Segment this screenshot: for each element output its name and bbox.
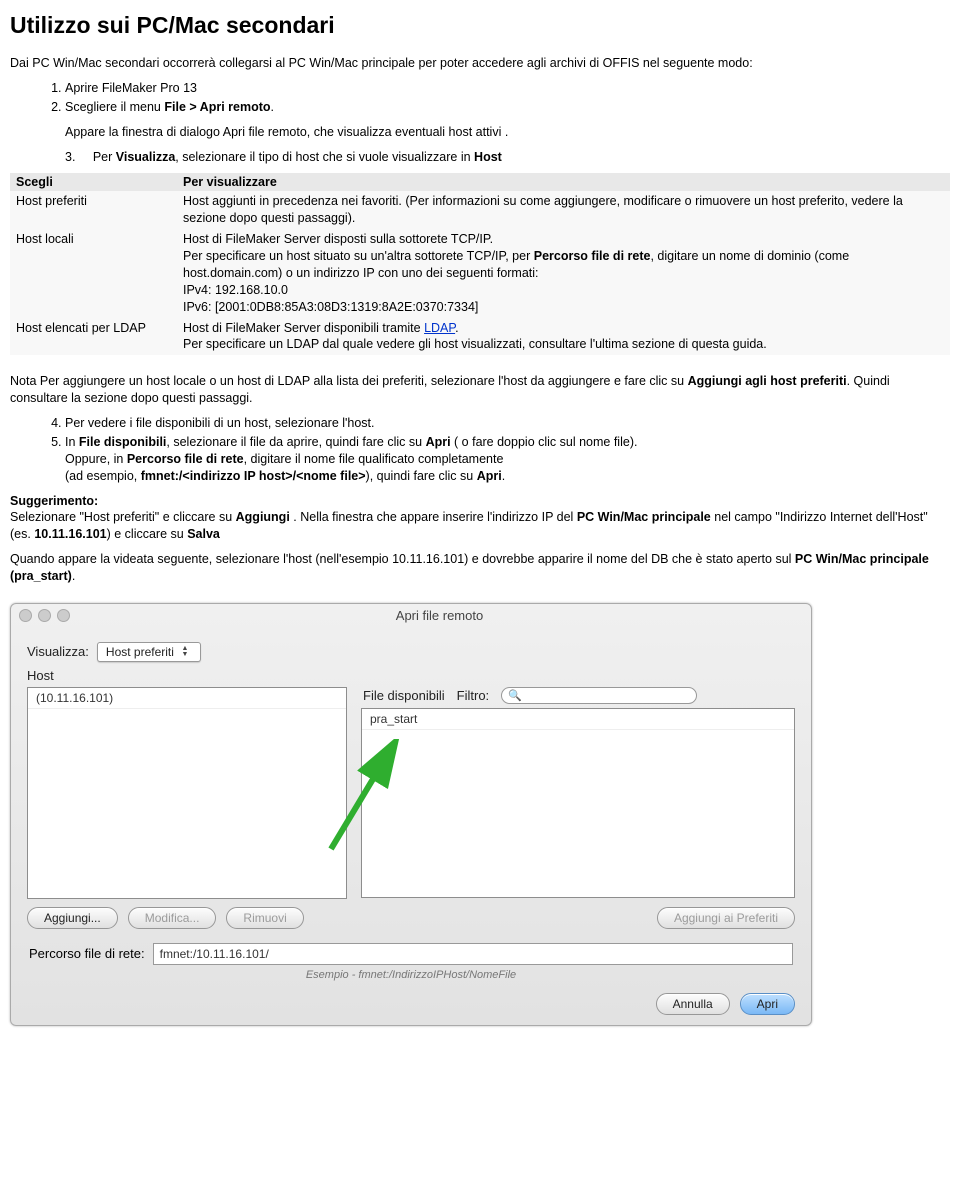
visualizza-select[interactable]: Host preferiti ▲▼ xyxy=(97,642,201,662)
file-item[interactable]: pra_start xyxy=(362,709,794,730)
close-icon[interactable] xyxy=(19,609,32,622)
step2-note: Appare la finestra di dialogo Apri file … xyxy=(65,124,950,141)
intro-paragraph: Dai PC Win/Mac secondari occorrerà colle… xyxy=(10,55,950,72)
search-icon: 🔍 xyxy=(508,689,522,702)
visualizza-label: Visualizza: xyxy=(27,644,89,659)
file-disponibili-label: File disponibili xyxy=(363,688,445,703)
zoom-icon xyxy=(57,609,70,622)
table-header-scegli: Scegli xyxy=(10,173,177,191)
open-remote-dialog: Apri file remoto Visualizza: Host prefer… xyxy=(10,603,812,1026)
path-label: Percorso file di rete: xyxy=(29,946,145,961)
table-row: Host elencati per LDAP Host di FileMaker… xyxy=(10,318,950,356)
step-5: In File disponibili, selezionare il file… xyxy=(65,434,950,485)
stepper-icon: ▲▼ xyxy=(178,646,192,658)
file-listbox[interactable]: pra_start xyxy=(361,708,795,898)
minimize-icon xyxy=(38,609,51,622)
host-label: Host xyxy=(27,668,54,683)
table-header-visualizzare: Per visualizzare xyxy=(177,173,950,191)
step-3: 3. Per Visualizza, selezionare il tipo d… xyxy=(65,149,950,166)
open-button[interactable]: Apri xyxy=(740,993,795,1015)
page-title: Utilizzo sui PC/Mac secondari xyxy=(10,12,950,39)
add-button[interactable]: Aggiungi... xyxy=(27,907,118,929)
filtro-label: Filtro: xyxy=(457,688,490,703)
host-listbox[interactable]: (10.11.16.101) xyxy=(27,687,347,899)
filter-input[interactable]: 🔍 xyxy=(501,687,697,704)
step-1: Aprire FileMaker Pro 13 xyxy=(65,80,950,97)
table-row: Host preferiti Host aggiunti in preceden… xyxy=(10,191,950,229)
note-paragraph: Nota Per aggiungere un host locale o un … xyxy=(10,373,950,407)
host-item[interactable]: (10.11.16.101) xyxy=(28,688,346,709)
path-input[interactable]: fmnet:/10.11.16.101/ xyxy=(153,943,793,965)
remove-button[interactable]: Rimuovi xyxy=(226,907,303,929)
suggestion-block: Suggerimento: Selezionare "Host preferit… xyxy=(10,493,950,544)
host-reference-table: Scegli Per visualizzare Host preferiti H… xyxy=(10,173,950,355)
table-row: Host locali Host di FileMaker Server dis… xyxy=(10,229,950,317)
ldap-link[interactable]: LDAP xyxy=(424,321,455,335)
step-4: Per vedere i file disponibili di un host… xyxy=(65,415,950,432)
dialog-title: Apri file remoto xyxy=(76,608,803,623)
path-hint: Esempio - fmnet:/IndirizzoIPHost/NomeFil… xyxy=(27,969,795,981)
after-paragraph: Quando appare la videata seguente, selez… xyxy=(10,551,950,585)
modify-button[interactable]: Modifica... xyxy=(128,907,217,929)
cancel-button[interactable]: Annulla xyxy=(656,993,730,1015)
add-favorites-button[interactable]: Aggiungi ai Preferiti xyxy=(657,907,795,929)
step-2: Scegliere il menu File > Apri remoto. xyxy=(65,99,950,116)
